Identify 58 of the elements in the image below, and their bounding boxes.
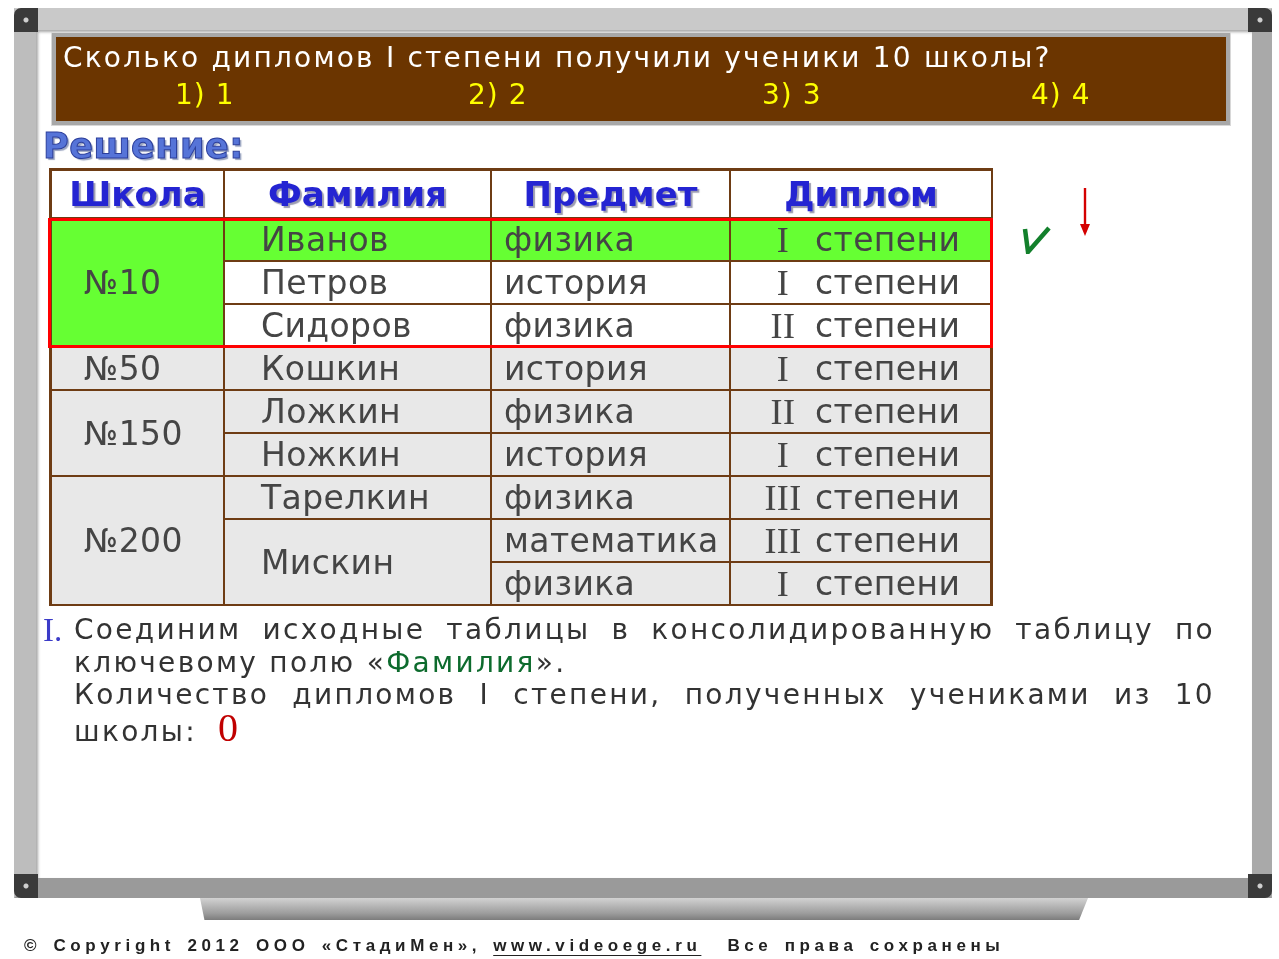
degree-numeral: II bbox=[769, 304, 797, 347]
column-header: Школа bbox=[49, 168, 225, 219]
column-header: Предмет bbox=[492, 168, 731, 219]
degree-numeral: I bbox=[775, 347, 791, 390]
degree-numeral: III bbox=[763, 476, 803, 519]
table-cell: Иванов bbox=[225, 219, 492, 262]
copyright-text: © Copyright 2012 ООО «СтадиМен», bbox=[24, 936, 482, 956]
diploma-text: степени bbox=[815, 435, 961, 474]
degree-numeral: I bbox=[775, 261, 791, 304]
answer-option: 4) 4 bbox=[1031, 76, 1091, 114]
table-cell: физика bbox=[492, 391, 731, 434]
degree-numeral: III bbox=[763, 519, 803, 562]
question-text: Сколько дипломов I степени получили ученики 10 школы? bbox=[63, 40, 1052, 76]
website-link[interactable]: www.videoege.ru bbox=[493, 936, 702, 956]
diploma-text: степени bbox=[815, 220, 961, 259]
table-cell: №50 bbox=[49, 348, 225, 391]
degree-numeral: I bbox=[775, 562, 791, 605]
degree-numeral: II bbox=[769, 390, 797, 433]
down-arrow-icon bbox=[1079, 188, 1091, 236]
table-cell: история bbox=[492, 348, 731, 391]
diploma-text: степени bbox=[815, 521, 961, 560]
table-cell: математика bbox=[492, 520, 731, 563]
table-cell: физика bbox=[492, 219, 731, 262]
frame-corner bbox=[1248, 8, 1272, 32]
diploma-text: степени bbox=[815, 392, 961, 431]
column-header: Диплом bbox=[731, 168, 993, 219]
table-cell: Мискин bbox=[225, 520, 492, 606]
diploma-text: степени bbox=[815, 478, 961, 517]
answer-option: 3) 3 bbox=[762, 76, 822, 114]
table-cell: Тарелкин bbox=[225, 477, 492, 520]
frame-corner bbox=[1248, 874, 1272, 898]
table-cell: №200 bbox=[49, 477, 225, 606]
frame-corner bbox=[14, 8, 38, 32]
table-cell: физика bbox=[492, 477, 731, 520]
table-cell: Кошкин bbox=[225, 348, 492, 391]
rights-text: Все права сохранены bbox=[727, 936, 1005, 956]
degree-numeral: I bbox=[775, 218, 791, 261]
table-cell: Петров bbox=[225, 262, 492, 305]
solution-heading: Решение: bbox=[43, 127, 244, 165]
table-cell: Ножкин bbox=[225, 434, 492, 477]
answer-option: 1) 1 bbox=[175, 76, 235, 114]
frame-corner bbox=[14, 874, 38, 898]
column-header: Фамилия bbox=[225, 168, 492, 219]
step-sentence: Соединим исходные таблицы в консолидированную таблицу по ключевому полю «Фамилия». bbox=[74, 614, 1215, 679]
table-cell: история bbox=[492, 434, 731, 477]
table-cell: история bbox=[492, 262, 731, 305]
table-cell: Ложкин bbox=[225, 391, 492, 434]
diploma-text: степени bbox=[815, 349, 961, 388]
diploma-text: степени bbox=[815, 564, 961, 603]
table-cell: №150 bbox=[49, 391, 225, 477]
result-sentence: Количество дипломов I степени, полученных учениками из 10 школы: 0 bbox=[74, 679, 1215, 748]
diploma-text: степени bbox=[815, 263, 961, 302]
step-marker: I. bbox=[43, 614, 64, 646]
degree-numeral: I bbox=[775, 433, 791, 476]
table-cell: физика bbox=[492, 563, 731, 606]
table-cell: №10 bbox=[49, 219, 225, 348]
answer-option: 2) 2 bbox=[468, 76, 528, 114]
diploma-text: степени bbox=[815, 306, 961, 345]
